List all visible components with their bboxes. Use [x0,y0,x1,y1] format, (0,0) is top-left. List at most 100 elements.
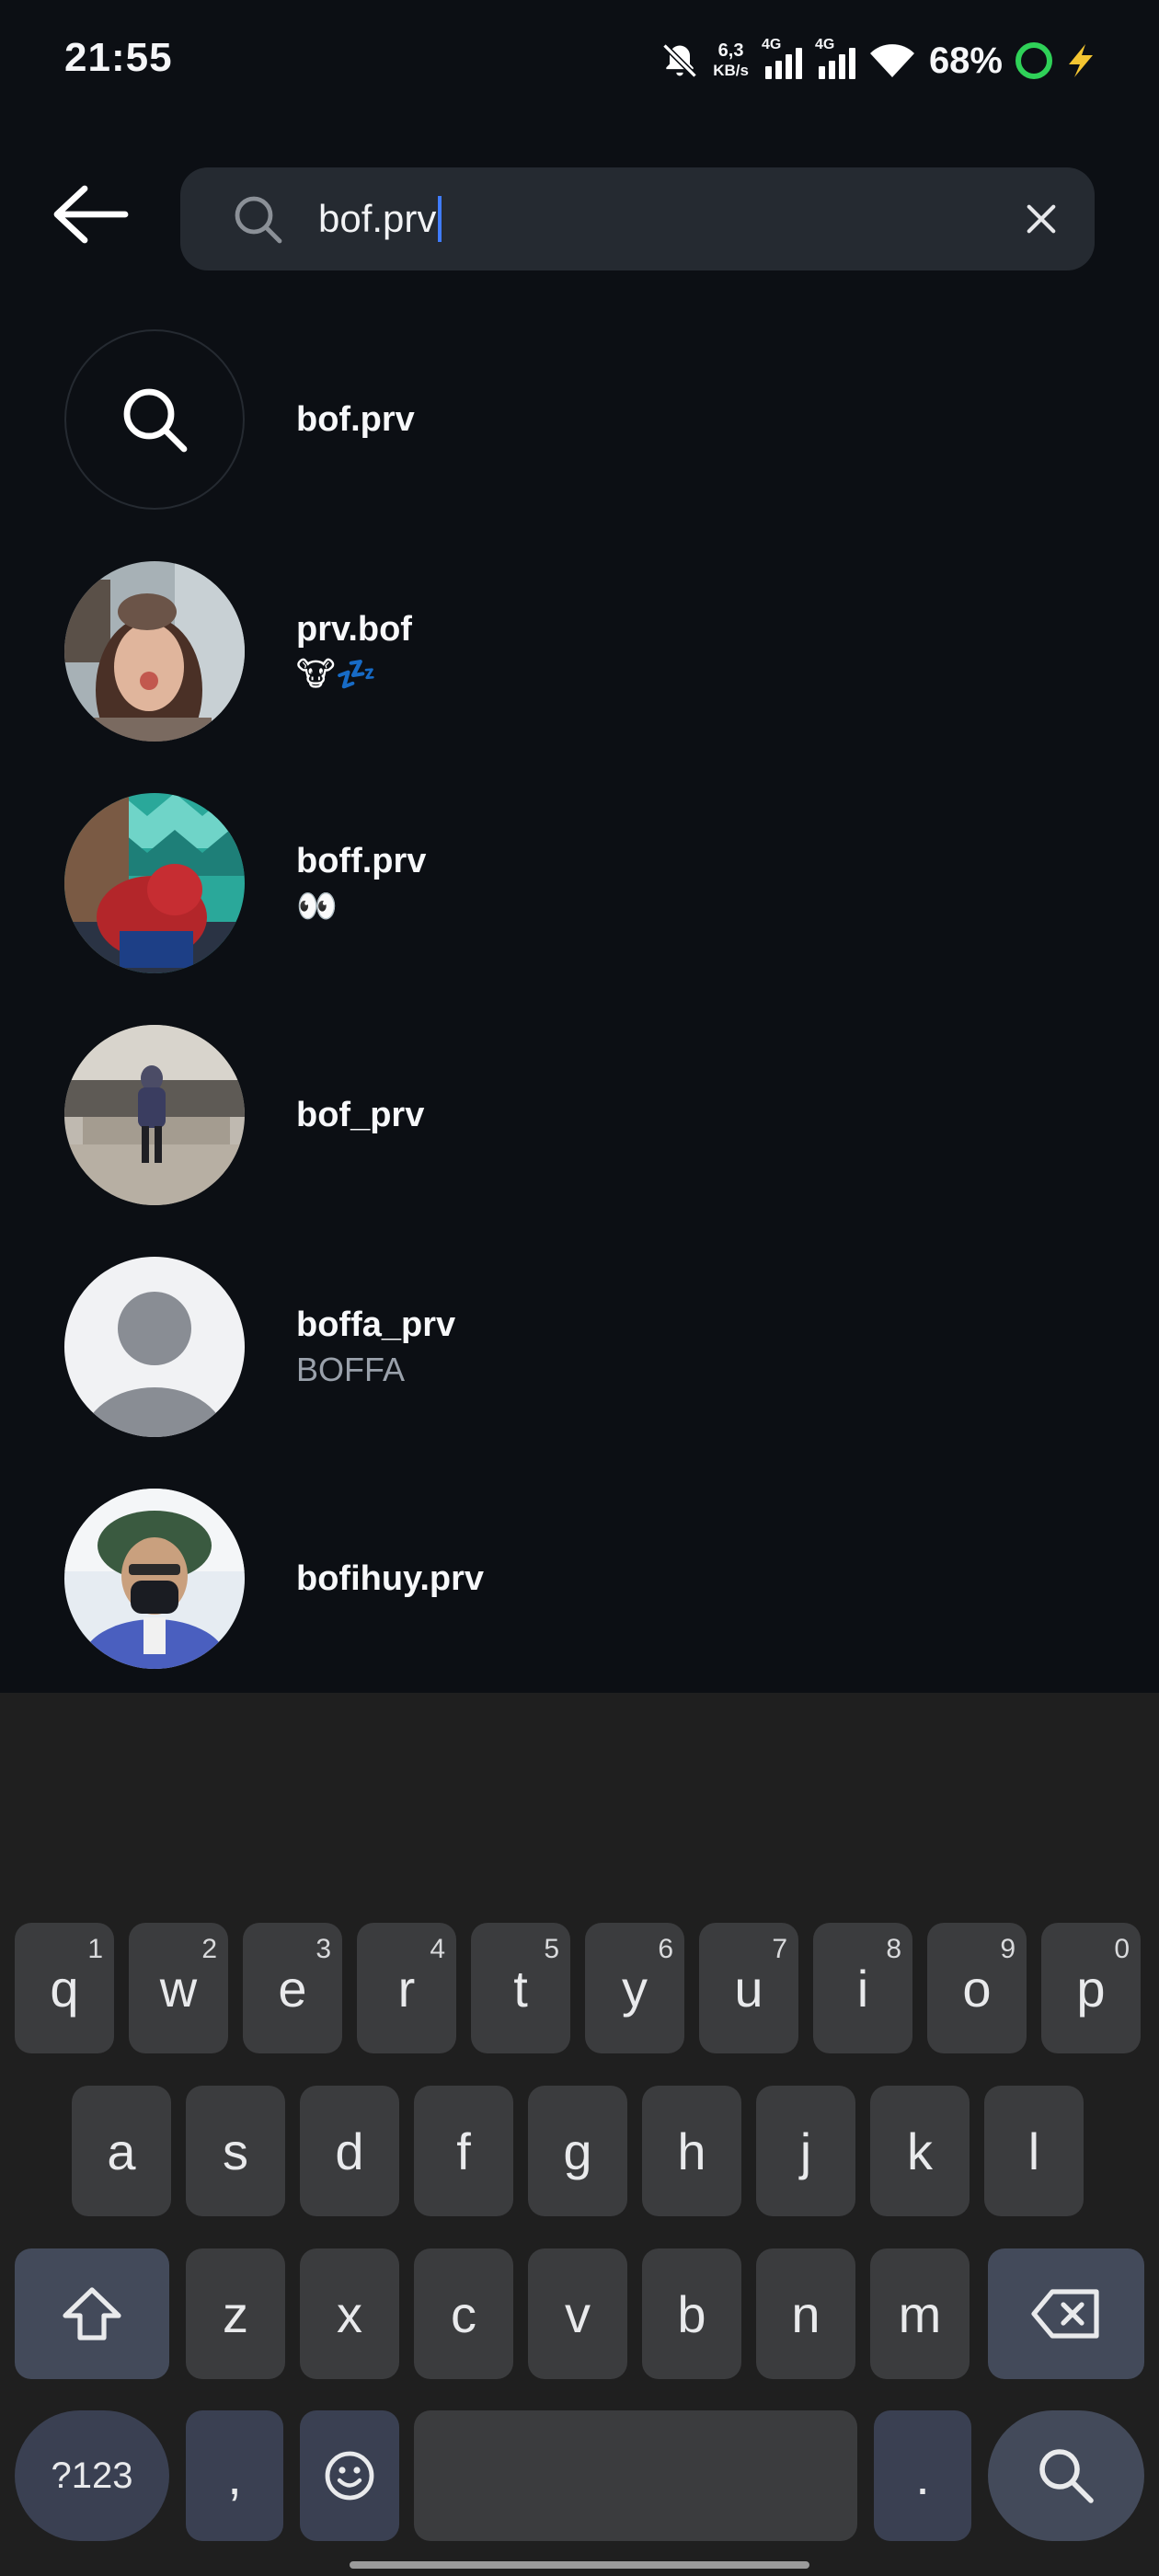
user-result-row[interactable]: bof_prv [0,1018,1159,1220]
search-icon [235,196,282,244]
key-m[interactable]: m [870,2248,970,2379]
text-cursor [438,196,442,242]
key-u[interactable]: u7 [699,1923,798,2053]
signal-icon: 4G [762,37,802,79]
key-i[interactable]: i8 [813,1923,912,2053]
shift-key[interactable] [15,2248,169,2379]
key-label: w [159,1959,198,2018]
result-username: bof.prv [296,399,415,439]
keyword-result-row[interactable]: bof.prv [0,322,1159,524]
key-o[interactable]: o9 [927,1923,1027,2053]
wifi-icon [869,44,914,77]
key-label: y [622,1959,648,2018]
back-arrow-icon [53,185,129,244]
key-y[interactable]: y6 [585,1923,684,2053]
key-hint: 2 [201,1934,217,1964]
key-label: t [513,1959,528,2018]
key-hint: 7 [772,1934,787,1964]
key-label: u [734,1959,763,2018]
shift-icon [63,2287,121,2340]
key-k[interactable]: k [870,2086,970,2216]
key-n[interactable]: n [756,2248,855,2379]
key-z[interactable]: z [186,2248,285,2379]
key-h[interactable]: h [642,2086,741,2216]
result-subtitle: 👀 [296,886,338,925]
status-time: 21:55 [64,35,173,80]
search-query-text: bof.prv [318,197,437,240]
key-v[interactable]: v [528,2248,627,2379]
key-s[interactable]: s [186,2086,285,2216]
key-label: o [962,1959,992,2018]
net-speed-unit: KB/s [713,62,749,79]
key-hint: 8 [886,1934,901,1964]
space-key[interactable] [414,2410,857,2541]
result-username: bofihuy.prv [296,1558,485,1598]
status-bar: 21:55 6,3 KB/s 4G 4G 68% [0,0,1159,129]
user-result-row[interactable]: bofihuy.prv [0,1481,1159,1684]
key-d[interactable]: d [300,2086,399,2216]
home-indicator[interactable] [350,2561,809,2569]
key-label: e [278,1959,307,2018]
key-p[interactable]: p0 [1041,1923,1141,2053]
key-j[interactable]: j [756,2086,855,2216]
result-username: bof_prv [296,1095,425,1134]
network-speed: 6,3 KB/s [713,40,749,81]
key-e[interactable]: e3 [243,1923,342,2053]
result-username: boff.prv [296,841,427,880]
key-l[interactable]: l [984,2086,1084,2216]
search-query[interactable]: bof.prv [318,196,442,242]
user-result-row[interactable]: prv.bof 🐮💤 [0,554,1159,756]
sim1-tag: 4G [761,37,782,52]
user-result-row[interactable]: boff.prv 👀 [0,786,1159,988]
result-fullname: BOFFA [296,1350,406,1388]
key-r[interactable]: r4 [357,1923,456,2053]
key-hint: 4 [430,1934,445,1964]
clear-search-button[interactable] [1016,193,1067,245]
key-f[interactable]: f [414,2086,513,2216]
status-icons: 6,3 KB/s 4G 4G 68% [660,33,1096,88]
result-username: boffa_prv [296,1305,456,1344]
period-key[interactable]: . [874,2410,971,2541]
key-t[interactable]: t5 [471,1923,570,2053]
bell-off-icon [662,43,697,78]
key-label: i [856,1959,869,2018]
battery-percentage: 68% [928,40,1003,81]
key-hint: 6 [658,1934,673,1964]
key-hint: 1 [87,1934,103,1964]
search-icon [123,388,188,453]
result-username: prv.bof [296,609,412,649]
default-avatar [64,1257,245,1437]
key-label: q [50,1959,79,2018]
close-icon [1027,204,1056,234]
backspace-icon [1031,2289,1099,2339]
key-hint: 5 [544,1934,559,1964]
key-g[interactable]: g [528,2086,627,2216]
avatar [64,1489,245,1669]
avatar [64,793,245,973]
result-subtitle: 🐮💤 [296,654,377,693]
key-a[interactable]: a [72,2086,171,2216]
key-q[interactable]: q1 [15,1923,114,2053]
key-c[interactable]: c [414,2248,513,2379]
charging-bolt-icon [1069,44,1093,77]
symbols-key[interactable]: ?123 [15,2410,169,2541]
backspace-key[interactable] [988,2248,1144,2379]
key-b[interactable]: b [642,2248,741,2379]
on-screen-keyboard: q1 w2 e3 r4 t5 y6 u7 i8 o9 p0 a s d f g … [0,1895,1159,2576]
key-x[interactable]: x [300,2248,399,2379]
key-hint: 3 [316,1934,331,1964]
search-input[interactable]: bof.prv [180,167,1095,270]
key-hint: 0 [1114,1934,1130,1964]
user-result-row[interactable]: boffa_prv BOFFA [0,1249,1159,1452]
sim2-tag: 4G [814,37,835,52]
emoji-icon [325,2451,374,2501]
key-label: p [1076,1959,1106,2018]
back-button[interactable] [46,180,134,248]
comma-key[interactable]: , [186,2410,283,2541]
search-icon [1039,2449,1094,2503]
emoji-key[interactable] [300,2410,399,2541]
signal-icon: 4G [815,37,855,79]
key-w[interactable]: w2 [129,1923,228,2053]
avatar [64,1025,245,1205]
search-action-key[interactable] [988,2410,1144,2541]
